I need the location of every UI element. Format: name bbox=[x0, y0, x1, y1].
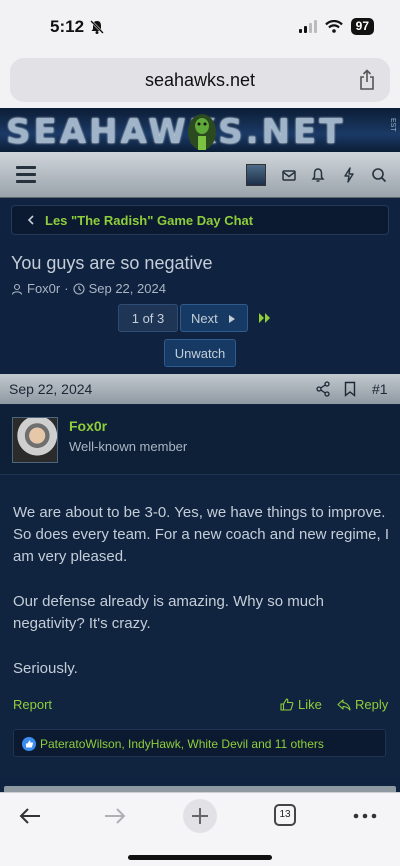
unwatch-button[interactable]: Unwatch bbox=[164, 339, 236, 367]
status-indicators: 97 bbox=[298, 18, 374, 35]
post-date[interactable]: Sep 22, 2024 bbox=[9, 381, 92, 397]
next-page-button[interactable]: Next bbox=[180, 304, 248, 332]
breadcrumb[interactable]: Les "The Radish" Game Day Chat bbox=[11, 205, 389, 235]
browser-toolbar: 13 bbox=[0, 792, 400, 866]
forward-arrow-icon[interactable] bbox=[102, 805, 128, 827]
post-number[interactable]: #1 bbox=[372, 381, 388, 397]
post-paragraph: Seriously. bbox=[13, 660, 78, 677]
battery-indicator: 97 bbox=[350, 18, 374, 35]
like-button[interactable]: Like bbox=[280, 697, 322, 712]
like-reaction-icon bbox=[22, 737, 36, 751]
thread-author[interactable]: Fox0r bbox=[27, 281, 60, 296]
url-text: seahawks.net bbox=[144, 70, 256, 90]
browser-address-area: seahawks.net bbox=[0, 52, 400, 108]
cellular-signal-icon bbox=[298, 20, 317, 33]
reactions-bar[interactable]: PateratoWilson, IndyHawk, White Devil an… bbox=[13, 729, 386, 757]
site-banner[interactable]: SEAHAWKS.NET EST bbox=[0, 108, 400, 152]
back-arrow-icon[interactable] bbox=[17, 805, 43, 827]
user-icon bbox=[11, 283, 23, 295]
address-bar[interactable]: seahawks.net bbox=[10, 58, 390, 102]
post-user-info: Fox0r Well-known member bbox=[0, 405, 400, 475]
search-icon[interactable] bbox=[370, 166, 388, 184]
reactions-users[interactable]: PateratoWilson, IndyHawk, White Devil an… bbox=[40, 737, 324, 751]
site-logo-text: SEAHAWKS.NET bbox=[6, 112, 346, 152]
bell-icon[interactable] bbox=[309, 166, 327, 184]
thumbs-up-icon bbox=[280, 698, 294, 711]
breadcrumb-forum-link[interactable]: Les "The Radish" Game Day Chat bbox=[45, 213, 253, 228]
post-username[interactable]: Fox0r bbox=[69, 418, 107, 434]
status-time: 5:12 bbox=[50, 17, 85, 36]
account-avatar[interactable] bbox=[246, 164, 266, 186]
chevron-left-icon bbox=[27, 215, 34, 225]
est-label: EST bbox=[389, 118, 396, 132]
plus-icon bbox=[192, 808, 208, 824]
like-label: Like bbox=[298, 697, 322, 712]
meta-separator: · bbox=[64, 281, 69, 296]
bookmark-icon[interactable] bbox=[344, 381, 356, 397]
share-icon[interactable] bbox=[358, 69, 376, 91]
thread-meta: Fox0r · Sep 22, 2024 bbox=[11, 281, 166, 296]
post-body: We are about to be 3-0. Yes, we have thi… bbox=[0, 476, 400, 778]
menu-icon[interactable] bbox=[16, 166, 36, 184]
site-nav-bar bbox=[0, 152, 400, 198]
next-page-label: Next bbox=[191, 311, 218, 326]
more-options-icon[interactable] bbox=[352, 805, 378, 827]
user-title: Well-known member bbox=[69, 439, 188, 454]
thread-date[interactable]: Sep 22, 2024 bbox=[89, 281, 166, 296]
wifi-icon bbox=[324, 20, 343, 33]
reply-button[interactable]: Reply bbox=[337, 697, 388, 712]
clock-icon bbox=[73, 282, 85, 295]
post-header: Sep 22, 2024 #1 bbox=[0, 374, 400, 404]
lightning-icon[interactable] bbox=[340, 166, 358, 184]
reply-icon bbox=[337, 699, 351, 711]
tabs-button[interactable]: 13 bbox=[274, 804, 296, 826]
seahawk-mascot-icon bbox=[188, 114, 216, 150]
share-post-icon[interactable] bbox=[316, 381, 330, 397]
page-selector[interactable]: 1 of 3 bbox=[118, 304, 178, 332]
post-paragraph: We are about to be 3-0. Yes, we have thi… bbox=[13, 504, 390, 565]
silent-bell-icon bbox=[90, 20, 104, 34]
report-link[interactable]: Report bbox=[13, 697, 52, 712]
status-bar: 5:12 97 bbox=[0, 0, 400, 52]
new-tab-button[interactable] bbox=[183, 799, 217, 833]
home-indicator bbox=[128, 855, 272, 860]
thread-title: You guys are so negative bbox=[11, 253, 213, 273]
envelope-icon[interactable] bbox=[280, 166, 298, 184]
user-avatar[interactable] bbox=[12, 417, 58, 463]
post-paragraph: Our defense already is amazing. Why so m… bbox=[13, 593, 324, 632]
last-page-icon[interactable] bbox=[258, 312, 272, 324]
next-post-header bbox=[0, 778, 400, 792]
reply-label: Reply bbox=[355, 697, 389, 712]
caret-right-icon bbox=[229, 315, 235, 323]
